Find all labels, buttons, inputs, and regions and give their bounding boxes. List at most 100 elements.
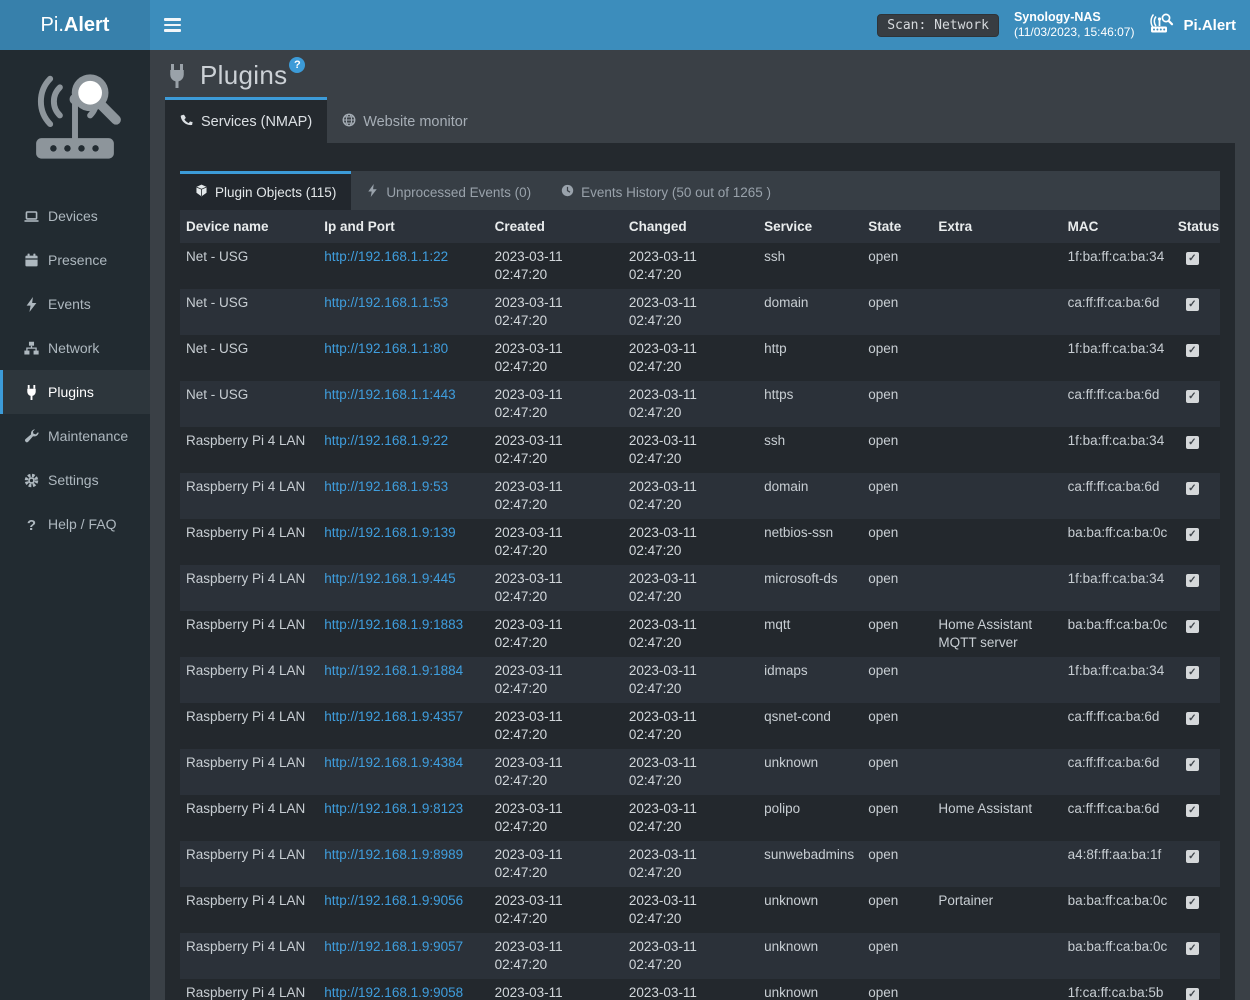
ip-port-link[interactable]: http://192.168.1.9:4357 (324, 709, 463, 724)
ip-port-link[interactable]: http://192.168.1.9:8123 (324, 801, 463, 816)
ip-port-link[interactable]: http://192.168.1.9:445 (324, 571, 455, 586)
column-header-status[interactable]: Status (1172, 210, 1220, 243)
status-checkbox[interactable]: ✓ (1186, 988, 1199, 1000)
status-checkbox[interactable]: ✓ (1186, 620, 1199, 633)
sidebar-item-plugins[interactable]: Plugins (0, 370, 150, 414)
sidebar-item-help-faq[interactable]: ?Help / FAQ (0, 502, 150, 546)
navbar-right: Scan: Network Synology-NAS (11/03/2023, … (877, 0, 1250, 50)
changed-cell: 2023-03-11 02:47:20 (623, 703, 758, 749)
services-nmap-panel: Plugin Objects (115)Unprocessed Events (… (165, 143, 1235, 1000)
ip-port-link[interactable]: http://192.168.1.1:443 (324, 387, 455, 402)
service-cell: microsoft-ds (758, 565, 862, 611)
column-header-created[interactable]: Created (489, 210, 623, 243)
hamburger-bar (164, 18, 181, 21)
ip-port-link[interactable]: http://192.168.1.9:9056 (324, 893, 463, 908)
sidebar-item-events[interactable]: Events (0, 282, 150, 326)
ip-port-link[interactable]: http://192.168.1.1:53 (324, 295, 448, 310)
sidebar-item-devices[interactable]: Devices (0, 194, 150, 238)
status-checkbox[interactable]: ✓ (1186, 482, 1199, 495)
changed-cell: 2023-03-11 02:47:20 (623, 381, 758, 427)
mac-cell: ca:ff:ff:ca:ba:6d (1062, 473, 1172, 519)
sidebar-item-network[interactable]: Network (0, 326, 150, 370)
status-checkbox[interactable]: ✓ (1186, 436, 1199, 449)
table-row: Net - USGhttp://192.168.1.1:222023-03-11… (180, 243, 1220, 289)
mac-cell: 1f:ba:ff:ca:ba:34 (1062, 335, 1172, 381)
status-checkbox[interactable]: ✓ (1186, 528, 1199, 541)
ip-port-link[interactable]: http://192.168.1.9:53 (324, 479, 448, 494)
status-checkbox[interactable]: ✓ (1186, 804, 1199, 817)
host-info: Synology-NAS (11/03/2023, 15:46:07) (1014, 10, 1135, 40)
ip-port-link[interactable]: http://192.168.1.9:9058 (324, 985, 463, 1000)
service-cell: qsnet-cond (758, 703, 862, 749)
extra-cell (932, 243, 1061, 289)
sidebar-item-settings[interactable]: Settings (0, 458, 150, 502)
status-checkbox[interactable]: ✓ (1186, 390, 1199, 403)
column-header-extra[interactable]: Extra (932, 210, 1061, 243)
column-header-state[interactable]: State (862, 210, 932, 243)
column-header-mac[interactable]: MAC (1062, 210, 1172, 243)
status-checkbox[interactable]: ✓ (1186, 896, 1199, 909)
service-cell: unknown (758, 979, 862, 1000)
status-cell: ✓ (1172, 381, 1220, 427)
extra-cell (932, 933, 1061, 979)
status-cell: ✓ (1172, 427, 1220, 473)
tab-services-nmap[interactable]: Services (NMAP) (165, 97, 327, 143)
clock-icon (561, 184, 574, 200)
plug-icon (165, 64, 189, 88)
ip-port-link[interactable]: http://192.168.1.1:80 (324, 341, 448, 356)
created-cell: 2023-03-11 02:47:20 (489, 657, 623, 703)
service-cell: idmaps (758, 657, 862, 703)
extra-cell (932, 749, 1061, 795)
extra-cell (932, 381, 1061, 427)
mac-cell: 1f:ca:ff:ca:ba:5b (1062, 979, 1172, 1000)
changed-cell: 2023-03-11 02:47:20 (623, 519, 758, 565)
mac-cell: ca:ff:ff:ca:ba:6d (1062, 703, 1172, 749)
created-cell: 2023-03-11 02:47:20 (489, 887, 623, 933)
service-cell: polipo (758, 795, 862, 841)
status-checkbox[interactable]: ✓ (1186, 712, 1199, 725)
help-badge[interactable]: ? (289, 57, 305, 73)
hamburger-menu-button[interactable] (150, 0, 194, 50)
column-header-changed[interactable]: Changed (623, 210, 758, 243)
content-area: Plugins ? Services (NMAP)Website monitor… (150, 0, 1250, 1000)
table-row: Net - USGhttp://192.168.1.1:802023-03-11… (180, 335, 1220, 381)
sitemap-icon (24, 341, 39, 356)
subtab-events-history-50-out-of-1265[interactable]: Events History (50 out of 1265 ) (546, 171, 786, 210)
ip-port-cell: http://192.168.1.9:9057 (318, 933, 488, 979)
status-checkbox[interactable]: ✓ (1186, 252, 1199, 265)
status-checkbox[interactable]: ✓ (1186, 942, 1199, 955)
status-cell: ✓ (1172, 289, 1220, 335)
sidebar-item-presence[interactable]: Presence (0, 238, 150, 282)
status-checkbox[interactable]: ✓ (1186, 758, 1199, 771)
status-checkbox[interactable]: ✓ (1186, 850, 1199, 863)
status-checkbox[interactable]: ✓ (1186, 344, 1199, 357)
ip-port-link[interactable]: http://192.168.1.9:139 (324, 525, 455, 540)
status-checkbox[interactable]: ✓ (1186, 666, 1199, 679)
column-header-device-name[interactable]: Device name (180, 210, 318, 243)
table-row: Raspberry Pi 4 LANhttp://192.168.1.9:532… (180, 473, 1220, 519)
ip-port-link[interactable]: http://192.168.1.9:8989 (324, 847, 463, 862)
sidebar-item-maintenance[interactable]: Maintenance (0, 414, 150, 458)
ip-port-link[interactable]: http://192.168.1.9:22 (324, 433, 448, 448)
brand[interactable]: Pi.Alert (1149, 12, 1236, 39)
ip-port-link[interactable]: http://192.168.1.9:1884 (324, 663, 463, 678)
tab-label: Website monitor (363, 114, 468, 130)
subtab-plugin-objects-115[interactable]: Plugin Objects (115) (180, 171, 351, 210)
column-header-service[interactable]: Service (758, 210, 862, 243)
column-header-ip-and-port[interactable]: Ip and Port (318, 210, 488, 243)
changed-cell: 2023-03-11 02:47:20 (623, 657, 758, 703)
subtab-unprocessed-events-0[interactable]: Unprocessed Events (0) (351, 171, 546, 210)
status-checkbox[interactable]: ✓ (1186, 574, 1199, 587)
sidebar-item-label: Presence (48, 252, 107, 268)
ip-port-link[interactable]: http://192.168.1.9:1883 (324, 617, 463, 632)
tab-website-monitor[interactable]: Website monitor (327, 97, 483, 143)
created-cell: 2023-03-11 02:47:20 (489, 381, 623, 427)
status-checkbox[interactable]: ✓ (1186, 298, 1199, 311)
sidebar-item-label: Plugins (48, 384, 94, 400)
ip-port-link[interactable]: http://192.168.1.9:4384 (324, 755, 463, 770)
ip-port-link[interactable]: http://192.168.1.9:9057 (324, 939, 463, 954)
app-logo[interactable]: Pi.Alert (0, 0, 150, 50)
device-name-cell: Raspberry Pi 4 LAN (180, 887, 318, 933)
status-cell: ✓ (1172, 611, 1220, 657)
ip-port-link[interactable]: http://192.168.1.1:22 (324, 249, 448, 264)
